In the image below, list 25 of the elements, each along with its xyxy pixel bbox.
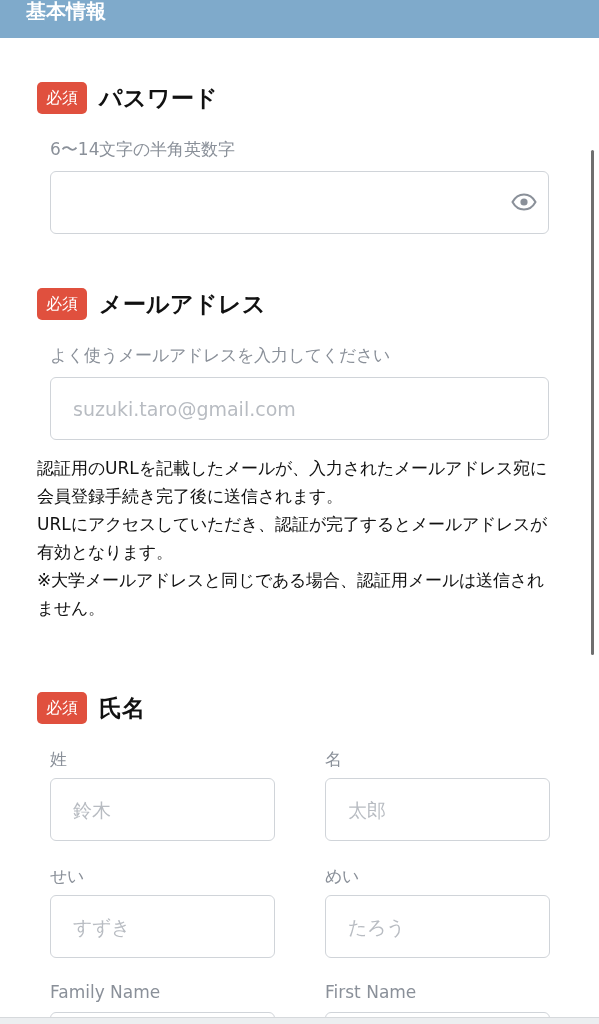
field-label: 姓 xyxy=(50,748,68,770)
note-text: 認証用のURLを記載したメールが、入力されたメールアドレス宛に会員登録手続き完了後に送信されます。 xyxy=(37,457,548,508)
section-header-title: 基本情報 xyxy=(25,0,107,22)
required-badge: 必須 xyxy=(37,692,87,724)
input-field[interactable]: たろう xyxy=(325,895,550,958)
eye-icon[interactable] xyxy=(511,193,537,211)
field-hint: よく使うメールアドレスを入力してください xyxy=(50,344,391,367)
input-field[interactable]: 鈴木 xyxy=(50,778,275,841)
input-field[interactable]: 太郎 xyxy=(325,778,550,841)
note-text: ※大学メールアドレスと同じである場合、認証用メールは送信されません。 xyxy=(37,569,546,620)
note-text: URLにアクセスしていただき、認証が完了するとメールアドレスが有効となります。 xyxy=(37,513,548,564)
required-badge: 必須 xyxy=(37,288,87,320)
field-label: めい xyxy=(325,865,360,887)
field-title: 氏名 xyxy=(99,693,145,723)
field-label: 名 xyxy=(325,748,343,770)
input-field[interactable]: suzuki.taro@gmail.com xyxy=(50,377,549,440)
required-badge: 必須 xyxy=(37,82,87,114)
field-label: せい xyxy=(50,865,85,887)
field-title: メールアドレス xyxy=(99,289,266,319)
field-hint: 6〜14文字の半角英数字 xyxy=(50,138,237,161)
field-label: Family Name xyxy=(50,982,162,1004)
field-label: First Name xyxy=(325,982,418,1004)
input-field[interactable] xyxy=(50,171,549,234)
input-field[interactable]: すずき xyxy=(50,895,275,958)
field-title: パスワード xyxy=(99,83,218,113)
